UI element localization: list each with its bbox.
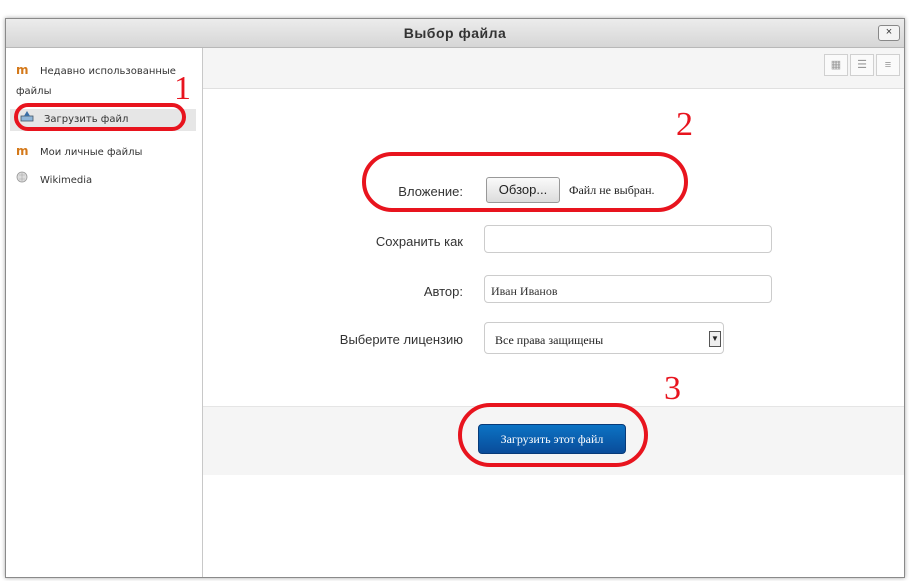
annotation-number-2: 2 <box>676 106 693 143</box>
grid-view-icon[interactable]: ▦ <box>824 54 848 76</box>
author-label: Автор: <box>423 284 463 299</box>
annotation-oval-2 <box>362 152 688 212</box>
dialog-title: Выбор файла <box>403 25 507 41</box>
author-input[interactable]: Иван Иванов <box>484 275 772 303</box>
save-as-input[interactable] <box>484 225 772 253</box>
globe-icon <box>16 171 32 191</box>
dialog-titlebar: Выбор файла × <box>6 19 904 48</box>
sidebar-item-wikimedia[interactable]: Wikimedia <box>16 171 92 191</box>
list-view-icon[interactable]: ☰ <box>850 54 874 76</box>
save-as-label: Сохранить как <box>375 234 463 249</box>
license-select[interactable]: Все права защищены ▼ <box>484 322 724 354</box>
sidebar-item-private-files[interactable]: m Мои личные файлы <box>16 141 142 163</box>
license-selected-value: Все права защищены <box>495 333 604 347</box>
annotation-number-1: 1 <box>174 70 191 107</box>
file-picker-dialog: Выбор файла × m Недавно использованные фа… <box>5 18 905 578</box>
chevron-down-icon[interactable]: ▼ <box>709 331 721 347</box>
license-label: Выберите лицензию <box>339 332 463 347</box>
content-toolbar: ▦ ☰ ≡ <box>203 48 904 89</box>
view-switcher: ▦ ☰ ≡ <box>822 54 900 76</box>
annotation-oval-3 <box>458 403 648 467</box>
moodle-icon: m <box>16 63 29 77</box>
moodle-icon: m <box>16 144 29 158</box>
close-button[interactable]: × <box>878 25 900 41</box>
sidebar-item-recent-files[interactable]: m Недавно использованные файлы <box>16 60 196 102</box>
annotation-number-3: 3 <box>664 370 681 407</box>
tree-view-icon[interactable]: ≡ <box>876 54 900 76</box>
sidebar-item-label: Мои личные файлы <box>40 147 143 158</box>
sidebar-item-label: Wikimedia <box>40 175 93 186</box>
sidebar-item-label: Недавно использованные файлы <box>16 66 176 97</box>
annotation-oval-1 <box>14 103 186 131</box>
